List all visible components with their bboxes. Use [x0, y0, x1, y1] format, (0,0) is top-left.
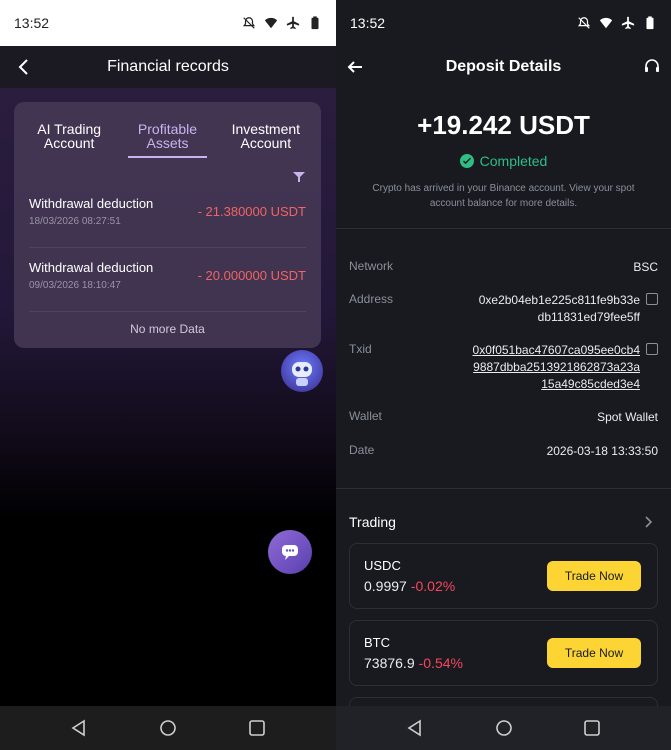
record-title: Withdrawal deduction: [29, 260, 154, 275]
coin-symbol: USDC: [364, 558, 401, 573]
status-time: 13:52: [350, 15, 386, 31]
system-nav-bar: [336, 706, 671, 750]
coin-card-btc[interactable]: BTC 73876.9 -0.54% Trade Now: [349, 620, 658, 686]
detail-value: BSC: [633, 260, 658, 274]
status-badge: Completed: [336, 153, 671, 169]
coin-symbol: BTC: [364, 635, 390, 650]
no-more-data-label: No more Data: [130, 322, 205, 336]
nav-recents-icon[interactable]: [582, 718, 602, 738]
back-arrow-icon[interactable]: [346, 58, 364, 76]
status-bar: 13:52: [0, 0, 336, 46]
tab-profitable-assets[interactable]: Profitable Assets: [118, 102, 216, 160]
records-card: AI Trading Account Profitable Assets Inv…: [14, 102, 321, 348]
back-arrow-icon[interactable]: [14, 56, 34, 78]
coin-price: 0.9997: [364, 578, 407, 594]
trading-section-title[interactable]: Trading: [349, 514, 396, 530]
record-amount: - 20.000000 USDT: [197, 268, 306, 283]
status-time: 13:52: [14, 15, 50, 31]
page-title: Deposit Details: [445, 58, 562, 75]
chat-bubble-icon: [282, 545, 298, 560]
page-header: Deposit Details: [336, 46, 671, 88]
tab-investment-account[interactable]: Investment Account: [217, 102, 315, 160]
nav-recents-icon[interactable]: [247, 718, 267, 738]
nav-home-icon[interactable]: [158, 718, 178, 738]
status-icons: [577, 16, 657, 30]
divider: [336, 488, 671, 489]
copy-icon[interactable]: [646, 293, 658, 305]
status-description: Crypto has arrived in your Binance accou…: [372, 183, 635, 209]
record-row[interactable]: Withdrawal deduction 09/03/2026 18:10:47…: [29, 252, 306, 312]
detail-label: Wallet: [349, 409, 382, 423]
check-circle-icon: [459, 154, 474, 168]
record-title: Withdrawal deduction: [29, 196, 154, 211]
mute-icon: [242, 17, 256, 29]
status-bar: 13:52: [336, 0, 671, 46]
right-phone-screen: 13:52 Deposit Details +19.242 USDT Compl…: [336, 0, 671, 750]
records-area: AI Trading Account Profitable Assets Inv…: [0, 88, 336, 706]
chevron-right-icon[interactable]: [643, 516, 653, 528]
robot-assistant-icon[interactable]: [281, 350, 323, 392]
record-date: 09/03/2026 18:10:47: [29, 280, 121, 291]
address-line: db11831ed79fee5ff: [537, 310, 640, 324]
coin-price-line: 0.9997 -0.02%: [364, 578, 455, 594]
airplane-icon: [621, 16, 635, 30]
trade-now-button[interactable]: Trade Now: [547, 561, 641, 591]
nav-home-icon[interactable]: [494, 718, 514, 738]
status-icons: [242, 16, 322, 30]
record-amount: - 21.380000 USDT: [197, 204, 306, 219]
nav-back-icon[interactable]: [69, 718, 89, 738]
deposit-amount: +19.242 USDT: [417, 110, 590, 140]
copy-icon[interactable]: [646, 343, 658, 355]
airplane-icon: [286, 16, 300, 30]
detail-label: Date: [349, 443, 375, 457]
trade-now-button[interactable]: Trade Now: [547, 638, 641, 668]
detail-label: Txid: [349, 342, 372, 356]
mute-icon: [577, 17, 591, 29]
coin-change: -0.54%: [418, 655, 463, 671]
txid-line: 9887dbba2513921862873a23a: [473, 360, 640, 374]
address-value: 0xe2b04eb1e225c811fe9b33e db11831ed79fee…: [479, 292, 640, 326]
record-row[interactable]: Withdrawal deduction 18/03/2026 08:27:51…: [29, 188, 306, 248]
record-date: 18/03/2026 08:27:51: [29, 216, 121, 227]
coin-change: -0.02%: [410, 578, 456, 594]
address-line: 0xe2b04eb1e225c811fe9b33e: [478, 293, 640, 307]
wifi-icon: [599, 17, 613, 29]
txid-link[interactable]: 0x0f051bac47607ca095ee0cb4 9887dbba25139…: [473, 342, 640, 393]
tab-ai-trading-account[interactable]: AI Trading Account: [20, 102, 118, 160]
account-tabs: AI Trading Account Profitable Assets Inv…: [14, 102, 321, 160]
chat-button[interactable]: [268, 530, 312, 574]
nav-back-icon[interactable]: [405, 718, 425, 738]
battery-icon: [646, 16, 654, 30]
page-title: Financial records: [107, 58, 229, 75]
headset-icon[interactable]: [643, 57, 661, 75]
detail-label: Network: [349, 259, 394, 273]
battery-icon: [311, 16, 319, 30]
coin-price-line: 73876.9 -0.54%: [364, 655, 463, 671]
divider: [336, 228, 671, 229]
detail-label: Address: [349, 292, 394, 306]
detail-value: 2026-03-18 13:33:50: [546, 444, 658, 458]
page-header: Financial records: [0, 46, 336, 88]
left-phone-screen: 13:52 Financial records AI Trading Accou…: [0, 0, 336, 750]
detail-value: Spot Wallet: [597, 410, 658, 424]
status-text: Completed: [479, 153, 548, 169]
coin-price: 73876.9: [364, 655, 415, 671]
wifi-icon: [264, 17, 278, 29]
filter-icon[interactable]: [293, 172, 305, 182]
txid-line: 15a49c85cded3e4: [541, 377, 640, 391]
txid-line: 0x0f051bac47607ca095ee0cb4: [472, 343, 640, 357]
coin-card-usdc[interactable]: USDC 0.9997 -0.02% Trade Now: [349, 543, 658, 609]
system-nav-bar: [0, 706, 336, 750]
